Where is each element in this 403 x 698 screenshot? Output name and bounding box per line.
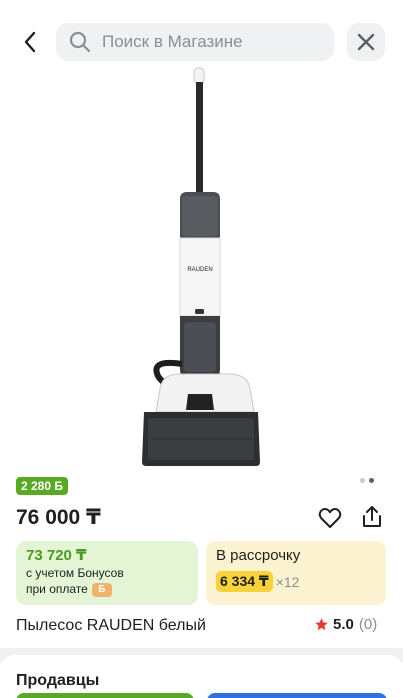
sellers-blue-button[interactable] [207, 693, 387, 698]
bonus-note-line2-row: при оплате Б [26, 581, 188, 597]
bonus-note-line2: при оплате [26, 582, 88, 596]
sellers-green-button[interactable] [16, 693, 194, 698]
installment-multiplier: ×12 [275, 573, 300, 590]
gallery-dot[interactable] [360, 478, 365, 483]
installment-amount: 6 334 ₸ [216, 571, 273, 592]
share-icon [363, 506, 381, 527]
gallery-dots[interactable] [360, 478, 374, 483]
search-field[interactable] [56, 23, 334, 61]
favorite-button[interactable] [316, 504, 344, 532]
gallery-dot-active[interactable] [369, 478, 374, 483]
product-price: 76 000 ₸ [16, 506, 101, 529]
chevron-left-icon [24, 31, 36, 53]
share-button[interactable] [358, 503, 386, 531]
product-name: Пылесос RAUDEN белый [16, 617, 206, 634]
star-icon [315, 618, 328, 631]
back-button[interactable] [14, 26, 46, 58]
bonus-price-card[interactable]: 73 720 ₸ с учетом Бонусов при оплате Б [16, 541, 198, 605]
installment-row: 6 334 ₸ ×12 [216, 571, 376, 592]
installment-card[interactable]: В рассрочку 6 334 ₸ ×12 [206, 541, 386, 605]
bonus-price-amount: 73 720 ₸ [26, 547, 87, 564]
brand-label: RAUDEN [187, 267, 212, 273]
search-input[interactable] [102, 32, 322, 52]
heart-icon [318, 508, 342, 528]
bonus-note-line1: с учетом Бонусов [26, 566, 124, 580]
sellers-title: Продавцы [16, 672, 100, 689]
reviews-count: (0) [358, 616, 378, 633]
installment-title: В рассрочку [216, 547, 301, 564]
bonus-badge: 2 280 Б [16, 477, 68, 495]
search-icon [68, 30, 92, 54]
rating[interactable]: 5.0 (0) [314, 616, 377, 633]
close-button[interactable] [347, 23, 385, 61]
product-image[interactable]: RAUDEN [110, 64, 290, 474]
bonus-coin-icon: Б [91, 582, 112, 597]
close-icon [357, 33, 375, 51]
rating-score: 5.0 [333, 616, 354, 633]
